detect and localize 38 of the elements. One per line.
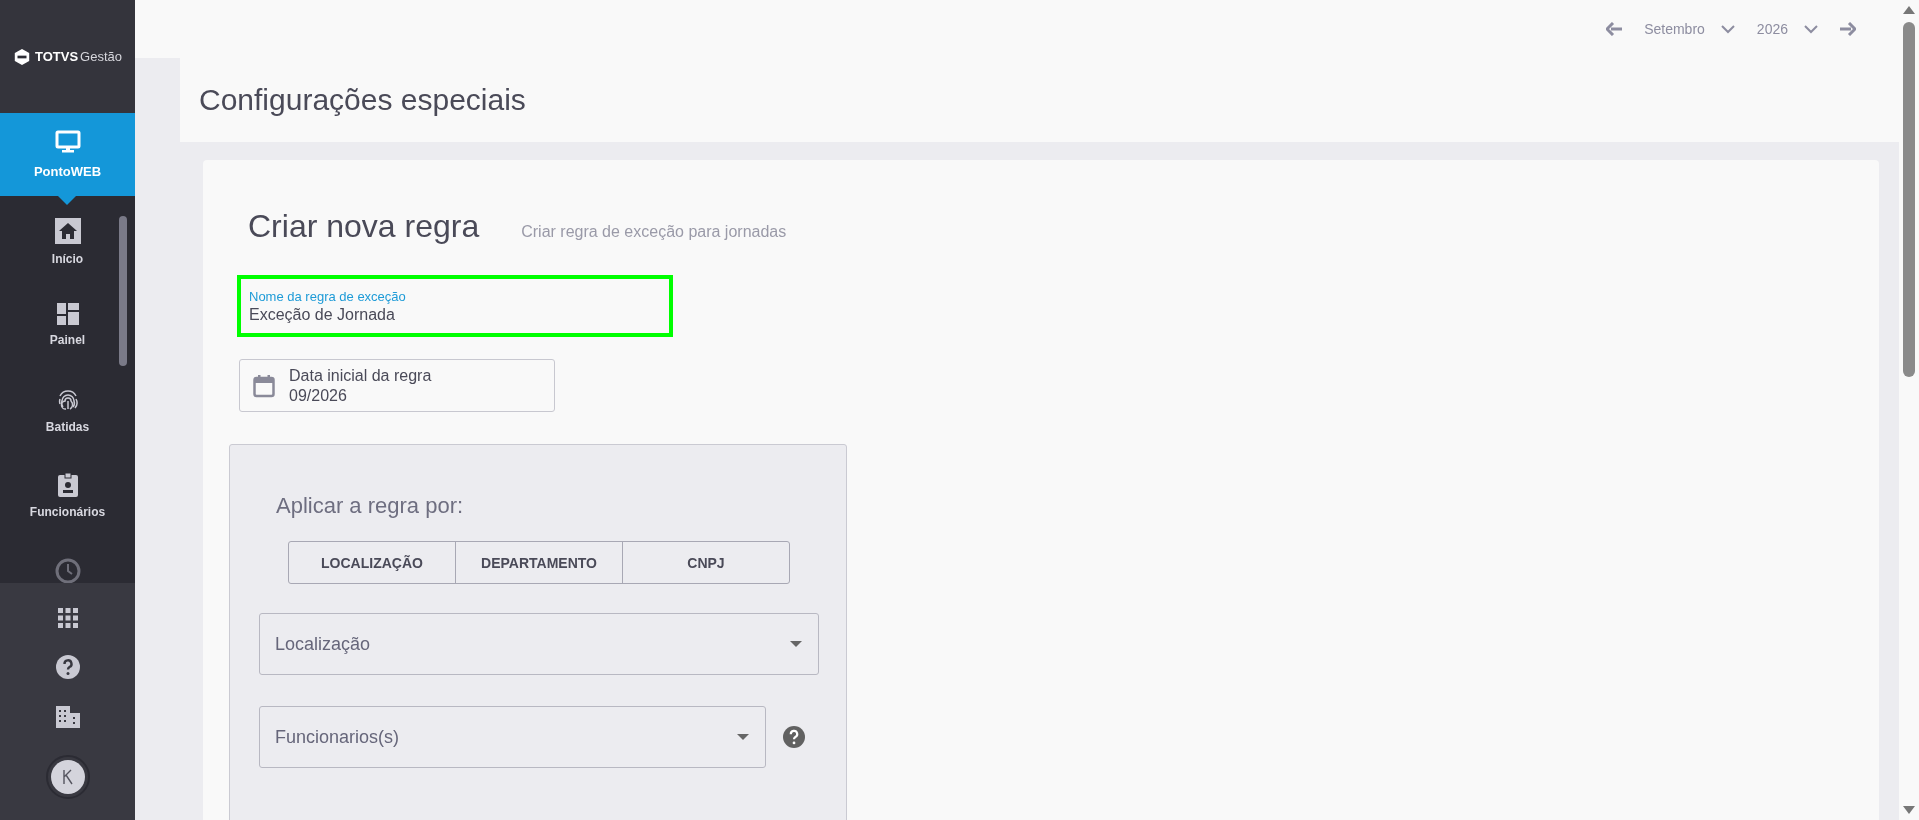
- monitor-icon: [54, 130, 81, 154]
- segment-button[interactable]: LOCALIZAÇÃO: [289, 542, 455, 583]
- chevron-down-icon[interactable]: [1720, 24, 1735, 34]
- apply-label: Aplicar a regra por:: [276, 493, 465, 519]
- scroll-up-icon[interactable]: [1903, 6, 1915, 14]
- nav-item[interactable]: Funcionários: [0, 473, 135, 558]
- scrollbar[interactable]: [119, 216, 127, 366]
- home-icon: [54, 218, 81, 244]
- help-icon[interactable]: [55, 655, 80, 680]
- nav-item[interactable]: Início: [0, 218, 135, 303]
- form-subtitle: Criar regra de exceção para jornadas: [521, 223, 787, 241]
- page-title: Configurações especiais: [199, 83, 526, 117]
- dropdown-caret-icon: [790, 641, 802, 647]
- clock-icon[interactable]: [54, 558, 81, 583]
- arrow-left-icon[interactable]: [1606, 22, 1623, 36]
- arrow-right-icon[interactable]: [1840, 22, 1856, 36]
- nav-item[interactable]: Batidas: [0, 388, 135, 473]
- scrollbar[interactable]: [1899, 0, 1919, 820]
- building-icon[interactable]: [55, 705, 80, 728]
- scroll-down-icon[interactable]: [1903, 806, 1915, 814]
- logo: TOTVSGestão: [0, 0, 135, 113]
- id-badge-icon: [57, 473, 78, 497]
- form-title: Criar nova regra: [248, 208, 480, 245]
- calendar-icon: [253, 373, 275, 398]
- fingerprint-icon: [56, 388, 79, 412]
- nav-item[interactable]: Painel: [0, 303, 135, 388]
- dropdown-caret-icon: [737, 734, 749, 740]
- date-field[interactable]: Data inicial da regra 09/2026: [239, 359, 555, 412]
- help-icon[interactable]: [783, 726, 805, 748]
- chevron-down-icon[interactable]: [1804, 24, 1818, 34]
- location-select[interactable]: Localização: [259, 613, 819, 675]
- employees-select[interactable]: Funcionarios(s): [259, 706, 766, 768]
- input-field[interactable]: Nome da regra de exceção Exceção de Jornada: [237, 275, 673, 337]
- segment-button[interactable]: CNPJ: [622, 542, 789, 583]
- segment-button[interactable]: DEPARTAMENTO: [455, 542, 622, 583]
- dashboard-icon: [56, 303, 79, 325]
- avatar[interactable]: [45, 754, 90, 799]
- apps-grid-icon[interactable]: [57, 608, 78, 629]
